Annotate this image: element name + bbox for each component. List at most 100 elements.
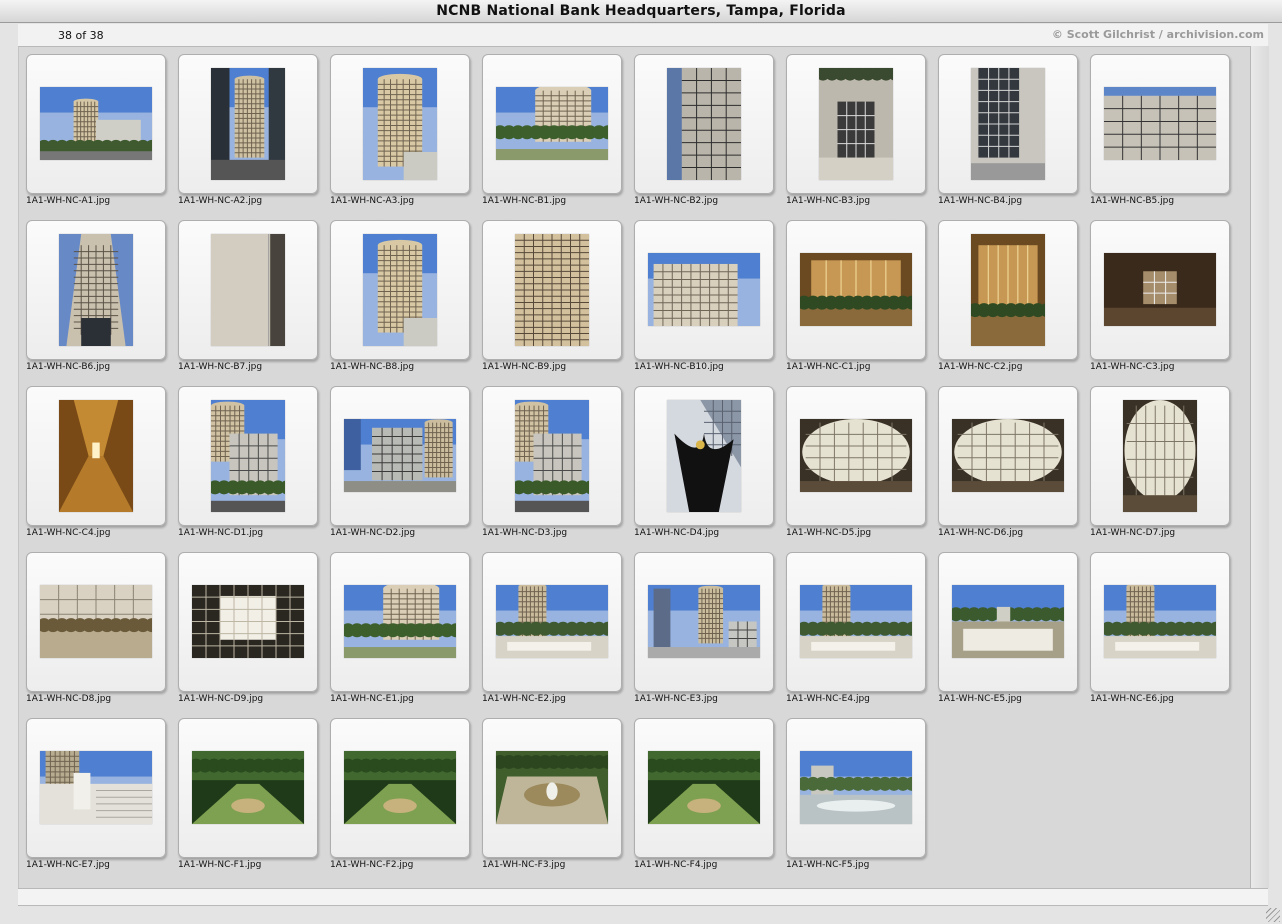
thumbnail-slide[interactable] <box>482 220 622 360</box>
thumbnail-image[interactable] <box>667 400 741 512</box>
thumbnail-image[interactable] <box>211 234 285 346</box>
thumbnail-slide[interactable] <box>330 718 470 858</box>
thumbnail-image[interactable] <box>1123 400 1197 512</box>
thumbnail-cell[interactable]: 1A1-WH-NC-F3.jpg <box>482 718 622 878</box>
thumbnail-image[interactable] <box>1104 585 1216 658</box>
thumbnail-image[interactable] <box>1104 87 1216 160</box>
thumbnail-image[interactable] <box>496 751 608 824</box>
thumbnail-image[interactable] <box>648 253 760 326</box>
thumbnail-cell[interactable]: 1A1-WH-NC-A3.jpg <box>330 54 470 214</box>
thumbnail-image[interactable] <box>363 68 437 180</box>
thumbnail-slide[interactable] <box>1090 386 1230 526</box>
thumbnail-cell[interactable]: 1A1-WH-NC-B4.jpg <box>938 54 1078 214</box>
thumbnail-image[interactable] <box>496 87 608 160</box>
thumbnail-image[interactable] <box>800 419 912 492</box>
thumbnail-cell[interactable]: 1A1-WH-NC-F4.jpg <box>634 718 774 878</box>
horizontal-scrollbar[interactable] <box>18 888 1268 906</box>
thumbnail-cell[interactable]: 1A1-WH-NC-D4.jpg <box>634 386 774 546</box>
thumbnail-image[interactable] <box>971 68 1045 180</box>
thumbnail-cell[interactable]: 1A1-WH-NC-B7.jpg <box>178 220 318 380</box>
thumbnail-slide[interactable] <box>634 386 774 526</box>
thumbnail-cell[interactable]: 1A1-WH-NC-A1.jpg <box>26 54 166 214</box>
thumbnail-image[interactable] <box>971 234 1045 346</box>
thumbnail-cell[interactable]: 1A1-WH-NC-D1.jpg <box>178 386 318 546</box>
thumbnail-cell[interactable]: 1A1-WH-NC-B9.jpg <box>482 220 622 380</box>
thumbnail-slide[interactable] <box>330 220 470 360</box>
thumbnail-slide[interactable] <box>786 220 926 360</box>
thumbnail-slide[interactable] <box>330 54 470 194</box>
thumbnail-cell[interactable]: 1A1-WH-NC-F2.jpg <box>330 718 470 878</box>
thumbnail-slide[interactable] <box>786 54 926 194</box>
thumbnail-image[interactable] <box>800 253 912 326</box>
thumbnail-cell[interactable]: 1A1-WH-NC-C3.jpg <box>1090 220 1230 380</box>
thumbnail-image[interactable] <box>344 419 456 492</box>
thumbnail-cell[interactable]: 1A1-WH-NC-B3.jpg <box>786 54 926 214</box>
thumbnail-image[interactable] <box>515 234 589 346</box>
vertical-scrollbar[interactable] <box>1250 46 1269 888</box>
thumbnail-image[interactable] <box>800 751 912 824</box>
thumbnail-image[interactable] <box>952 419 1064 492</box>
thumbnail-slide[interactable] <box>938 552 1078 692</box>
thumbnail-cell[interactable]: 1A1-WH-NC-E3.jpg <box>634 552 774 712</box>
thumbnail-image[interactable] <box>667 68 741 180</box>
thumbnail-slide[interactable] <box>482 552 622 692</box>
thumbnail-slide[interactable] <box>178 220 318 360</box>
thumbnail-slide[interactable] <box>482 54 622 194</box>
thumbnail-slide[interactable] <box>1090 220 1230 360</box>
thumbnail-image[interactable] <box>211 68 285 180</box>
thumbnail-cell[interactable]: 1A1-WH-NC-B1.jpg <box>482 54 622 214</box>
thumbnail-slide[interactable] <box>26 54 166 194</box>
thumbnail-image[interactable] <box>211 400 285 512</box>
thumbnail-slide[interactable] <box>178 718 318 858</box>
thumbnail-cell[interactable]: 1A1-WH-NC-C1.jpg <box>786 220 926 380</box>
thumbnail-cell[interactable]: 1A1-WH-NC-E5.jpg <box>938 552 1078 712</box>
thumbnail-image[interactable] <box>192 751 304 824</box>
thumbnail-cell[interactable]: 1A1-WH-NC-B6.jpg <box>26 220 166 380</box>
thumbnail-slide[interactable] <box>482 718 622 858</box>
thumbnail-image[interactable] <box>344 751 456 824</box>
thumbnail-slide[interactable] <box>786 552 926 692</box>
thumbnail-image[interactable] <box>496 585 608 658</box>
thumbnail-image[interactable] <box>40 751 152 824</box>
thumbnail-slide[interactable] <box>634 718 774 858</box>
thumbnail-image[interactable] <box>40 87 152 160</box>
thumbnail-cell[interactable]: 1A1-WH-NC-D5.jpg <box>786 386 926 546</box>
thumbnail-slide[interactable] <box>330 386 470 526</box>
thumbnail-image[interactable] <box>59 234 133 346</box>
thumbnail-slide[interactable] <box>482 386 622 526</box>
thumbnail-cell[interactable]: 1A1-WH-NC-D7.jpg <box>1090 386 1230 546</box>
thumbnail-cell[interactable]: 1A1-WH-NC-D9.jpg <box>178 552 318 712</box>
thumbnail-image[interactable] <box>648 751 760 824</box>
thumbnail-image[interactable] <box>819 68 893 180</box>
thumbnail-image[interactable] <box>192 585 304 658</box>
thumbnail-slide[interactable] <box>178 386 318 526</box>
thumbnail-cell[interactable]: 1A1-WH-NC-C4.jpg <box>26 386 166 546</box>
resize-grip-icon[interactable] <box>1266 908 1280 922</box>
thumbnail-image[interactable] <box>59 400 133 512</box>
thumbnail-cell[interactable]: 1A1-WH-NC-D6.jpg <box>938 386 1078 546</box>
thumbnail-cell[interactable]: 1A1-WH-NC-E1.jpg <box>330 552 470 712</box>
thumbnail-slide[interactable] <box>634 552 774 692</box>
thumbnail-cell[interactable]: 1A1-WH-NC-E7.jpg <box>26 718 166 878</box>
thumbnail-image[interactable] <box>1104 253 1216 326</box>
thumbnail-slide[interactable] <box>26 552 166 692</box>
thumbnail-slide[interactable] <box>330 552 470 692</box>
thumbnail-slide[interactable] <box>26 220 166 360</box>
thumbnail-cell[interactable]: 1A1-WH-NC-B5.jpg <box>1090 54 1230 214</box>
thumbnail-cell[interactable]: 1A1-WH-NC-D3.jpg <box>482 386 622 546</box>
thumbnail-cell[interactable]: 1A1-WH-NC-B8.jpg <box>330 220 470 380</box>
thumbnail-image[interactable] <box>648 585 760 658</box>
thumbnail-cell[interactable]: 1A1-WH-NC-D2.jpg <box>330 386 470 546</box>
thumbnail-cell[interactable]: 1A1-WH-NC-F5.jpg <box>786 718 926 878</box>
thumbnail-slide[interactable] <box>938 54 1078 194</box>
thumbnail-cell[interactable]: 1A1-WH-NC-D8.jpg <box>26 552 166 712</box>
thumbnail-slide[interactable] <box>1090 552 1230 692</box>
thumbnail-image[interactable] <box>344 585 456 658</box>
thumbnail-slide[interactable] <box>178 552 318 692</box>
thumbnail-image[interactable] <box>40 585 152 658</box>
thumbnail-slide[interactable] <box>634 54 774 194</box>
thumbnail-cell[interactable]: 1A1-WH-NC-A2.jpg <box>178 54 318 214</box>
thumbnail-cell[interactable]: 1A1-WH-NC-C2.jpg <box>938 220 1078 380</box>
thumbnail-cell[interactable]: 1A1-WH-NC-B2.jpg <box>634 54 774 214</box>
thumbnail-cell[interactable]: 1A1-WH-NC-F1.jpg <box>178 718 318 878</box>
